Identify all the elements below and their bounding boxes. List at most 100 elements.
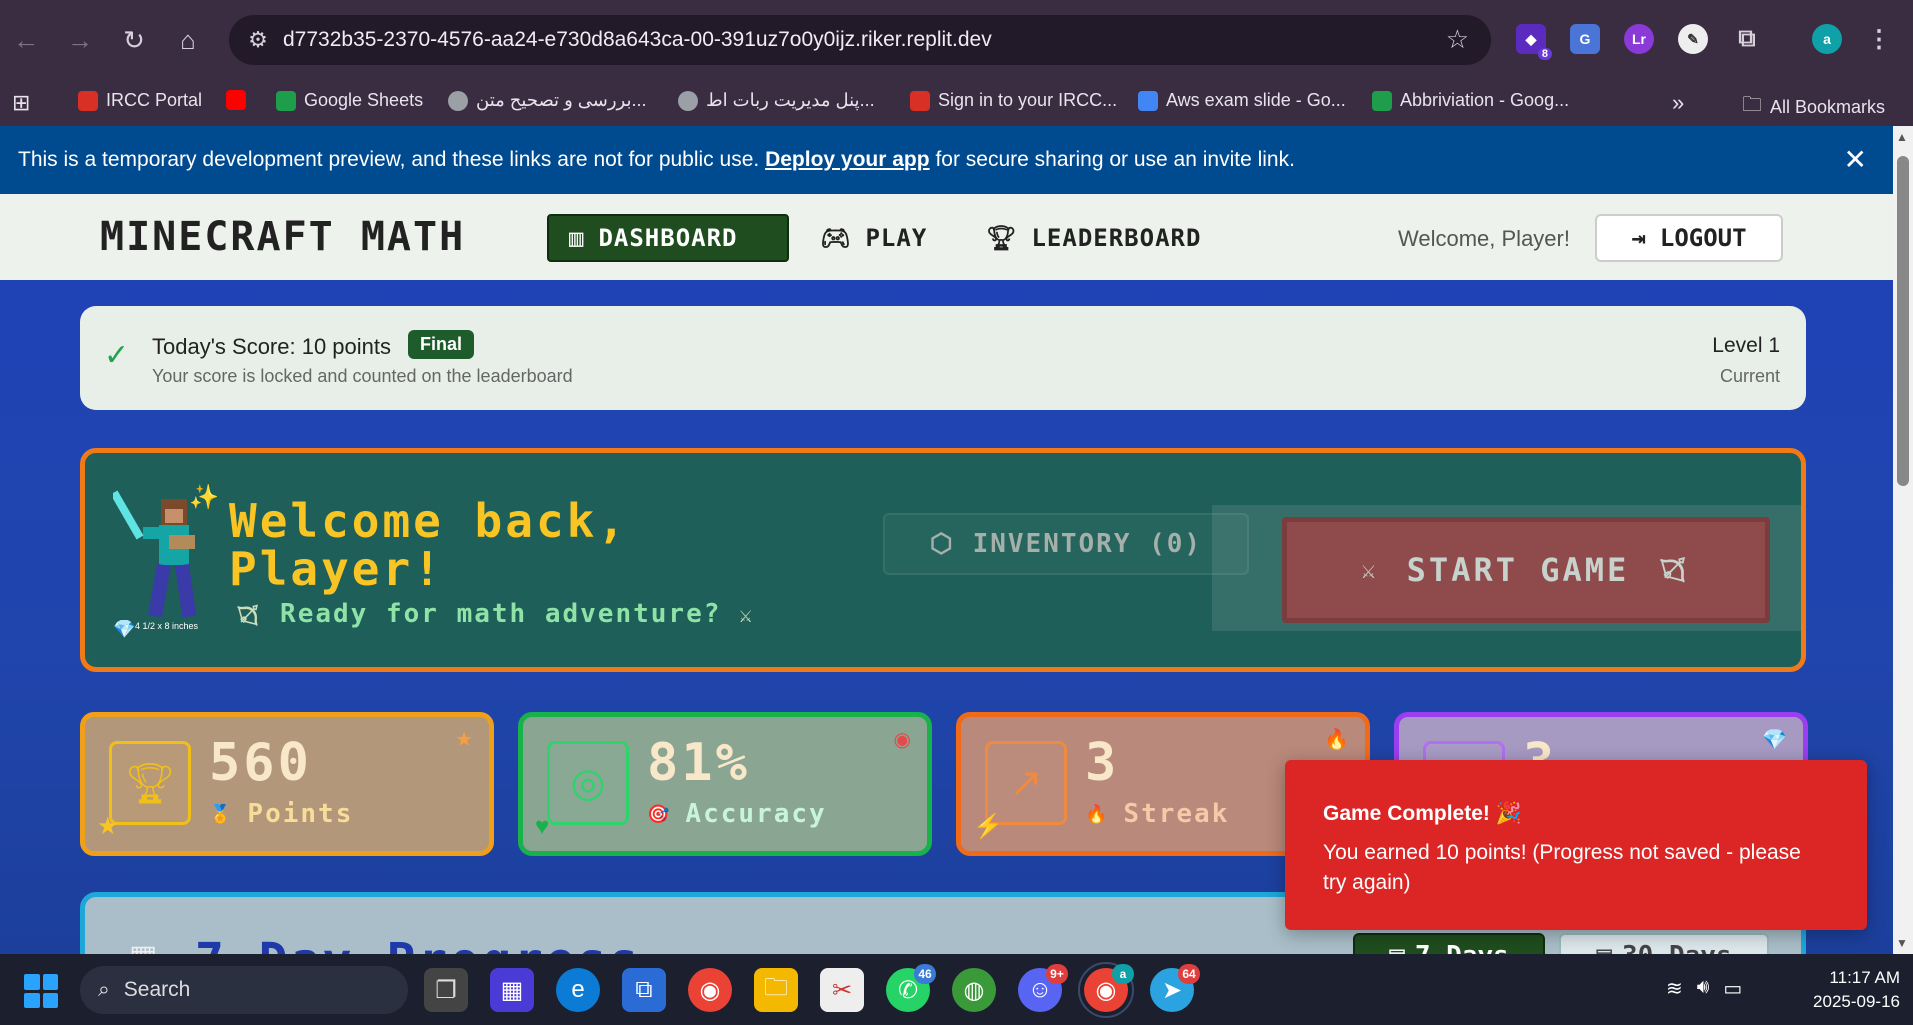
extensions-puzzle-icon[interactable]: ⧉ [1732, 24, 1762, 54]
extension-lr-icon[interactable]: Lr [1624, 24, 1654, 54]
home-icon[interactable]: ⌂ [170, 22, 206, 58]
level-value: Level 1 [1712, 334, 1780, 357]
score-subtitle: Your score is locked and counted on the … [152, 366, 573, 386]
steve-caption: 4 1/2 x 8 inches [135, 621, 199, 631]
whatsapp-icon[interactable]: ✆ 46 [886, 964, 936, 1012]
scroll-up-icon[interactable]: ▲ [1896, 130, 1908, 144]
network-tool-icon[interactable]: ⧉ [622, 968, 666, 1012]
all-bookmarks-folder[interactable]: 🗀 All Bookmarks [1742, 90, 1885, 124]
close-icon[interactable]: ✕ [1844, 143, 1867, 176]
back-icon[interactable]: ← [8, 22, 44, 58]
reload-icon[interactable]: ↻ [116, 22, 152, 58]
site-info-icon[interactable]: ⚙ [243, 25, 273, 55]
taskbar-clock[interactable]: 11:17 AM 2025-09-16 [1780, 966, 1900, 1014]
inventory-button[interactable]: ⬡ INVENTORY (0) [883, 513, 1249, 575]
chrome-icon[interactable]: ◉ [688, 968, 732, 1012]
forward-icon[interactable]: → [62, 22, 98, 58]
bookmark-youtube[interactable] [226, 90, 246, 110]
sparkle-icon: ✨ [189, 484, 219, 511]
fire-icon: 🔥 [1324, 729, 1349, 751]
seven-days-button[interactable]: ▤7 Days [1353, 933, 1545, 954]
today-score-title: Today's Score: 10 points [152, 334, 392, 359]
swords-icon: ⚔ [1361, 556, 1379, 584]
bookmark-ircc-portal[interactable]: IRCC Portal [78, 90, 202, 111]
trophy-icon: 🏆︎ [986, 224, 1018, 252]
url-text[interactable]: d7732b35-2370-4576-aa24-e730d8a643ca-00-… [283, 28, 992, 52]
discord-icon[interactable]: ☺ 9+ [1018, 964, 1068, 1012]
extension-purple-icon[interactable]: ◆ 8 [1516, 24, 1552, 60]
taskbar-search[interactable]: ⌕ Search [80, 966, 408, 1014]
gamepad-icon: 🎮︎ [820, 224, 852, 252]
diamond-icon: 💎 [1762, 729, 1787, 751]
bow-icon: 🏹︎ [1657, 556, 1691, 584]
translate-icon[interactable]: G [1570, 24, 1600, 54]
check-icon: ✓ [104, 339, 130, 372]
hero-title: Welcome back, Player! [229, 494, 629, 596]
dart-icon: ◉ [893, 729, 911, 751]
sheets-icon [276, 90, 296, 111]
windows-start-icon[interactable] [24, 974, 58, 1008]
chrome-profile-badge: a [1112, 964, 1134, 984]
address-row: ← → ↻ ⌂ ⚙ d7732b35-2370-4576-aa24-e730d8… [0, 0, 1913, 80]
toast-title: Game Complete! 🎉 [1323, 802, 1522, 825]
crossed-swords-icon: ⚔ [739, 603, 755, 628]
widgets-icon[interactable]: ▦ [490, 968, 534, 1012]
page-scrollbar[interactable]: ▲ ▼ [1893, 126, 1913, 954]
file-explorer-icon[interactable]: 🗀 [754, 968, 798, 1012]
star-icon: ★ [97, 813, 119, 840]
bookmark-aws-slides[interactable]: Aws exam slide - Go... [1138, 90, 1346, 111]
deploy-link[interactable]: Deploy your app [765, 148, 930, 171]
calendar-icon: ▤ [1389, 941, 1405, 954]
bar-chart-icon: ▥ [569, 224, 585, 252]
wifi-icon[interactable]: ≋ [1666, 976, 1683, 1001]
bookmarks-bar: ⊞ IRCC Portal Google Sheets بررسی و تصحی… [0, 80, 1913, 126]
menu-kebab-icon[interactable]: ⋮ [1864, 24, 1894, 54]
snipping-tool-icon[interactable]: ✂ [820, 968, 864, 1012]
chrome-active-icon[interactable]: ◉ a [1078, 962, 1134, 1018]
docs-icon [1138, 90, 1158, 111]
start-game-button[interactable]: ⚔ START GAME 🏹︎ [1282, 517, 1770, 623]
bookmark-ircc-signin[interactable]: Sign in to your IRCC... [910, 90, 1117, 111]
profile-avatar[interactable]: a [1812, 24, 1842, 54]
bookmark-persian-1[interactable]: بررسی و تصحیح متن... [448, 90, 647, 111]
accuracy-label: 🎯 Accuracy [647, 799, 827, 829]
bookmark-abbriviation[interactable]: Abbriviation - Goog... [1372, 90, 1569, 111]
streak-label: 🔥 Streak [1085, 799, 1230, 829]
battery-icon[interactable]: ▭ [1723, 976, 1742, 1001]
maple-leaf-icon [78, 90, 98, 111]
stat-card-points: 🏆︎ 560 🏅 Points ★ ★ [80, 712, 494, 856]
telegram-icon[interactable]: ➤ 64 [1150, 964, 1200, 1012]
lightning-icon: ⚡ [973, 813, 1003, 840]
fire-icon: 🔥 [1085, 803, 1110, 825]
nav-leaderboard[interactable]: 🏆︎ LEADERBOARD [966, 214, 1221, 262]
clock-date: 2025-09-16 [1813, 992, 1900, 1011]
scroll-down-icon[interactable]: ▼ [1896, 936, 1908, 950]
more-bookmarks-chevron-icon[interactable]: » [1672, 90, 1684, 116]
app-navbar: MINECRAFT MATH ▥ DASHBOARD 🎮︎ PLAY 🏆︎ LEADE… [0, 194, 1893, 280]
globe-app-icon[interactable]: ◍ [952, 968, 996, 1012]
level-caption: Current [1719, 366, 1780, 386]
bookmark-persian-2[interactable]: پنل مدیریت ربات اط... [678, 90, 875, 111]
points-label: 🏅 Points [209, 799, 354, 829]
apps-grid-icon[interactable]: ⊞ [12, 90, 30, 116]
bookmark-label: بررسی و تصحیح متن... [476, 90, 647, 110]
task-view-icon[interactable]: ❐ [424, 968, 468, 1012]
volume-icon[interactable]: 🔊︎ [1697, 976, 1710, 1001]
star-icon: ★ [455, 729, 473, 751]
scrollbar-thumb[interactable] [1897, 156, 1909, 486]
edge-icon[interactable]: e [556, 968, 600, 1012]
logout-button[interactable]: ⇥ LOGOUT [1595, 214, 1783, 262]
cube-icon: ⬡ [929, 529, 955, 559]
nav-dashboard[interactable]: ▥ DASHBOARD [547, 214, 789, 262]
nav-play[interactable]: 🎮︎ PLAY [800, 214, 947, 262]
app-logo[interactable]: MINECRAFT MATH [100, 214, 465, 260]
globe-icon [678, 90, 698, 111]
thirty-days-button[interactable]: ▤30 Days [1559, 933, 1769, 954]
windows-taskbar: ⌕ Search ❐ ▦ e ⧉ ◉ 🗀 ✂ ✆ 46 ◍ ☺ 9+ ◉ a ➤ 64 ≋… [0, 954, 1913, 1025]
extension-tool-icon[interactable]: ✎ [1678, 24, 1708, 54]
address-bar[interactable]: ⚙ d7732b35-2370-4576-aa24-e730d8a643ca-0… [229, 15, 1491, 65]
bookmark-star-icon[interactable]: ☆ [1446, 24, 1469, 55]
whatsapp-badge: 46 [914, 964, 936, 984]
game-complete-toast[interactable]: Game Complete! 🎉 You earned 10 points! (… [1285, 760, 1867, 930]
bookmark-google-sheets[interactable]: Google Sheets [276, 90, 423, 111]
